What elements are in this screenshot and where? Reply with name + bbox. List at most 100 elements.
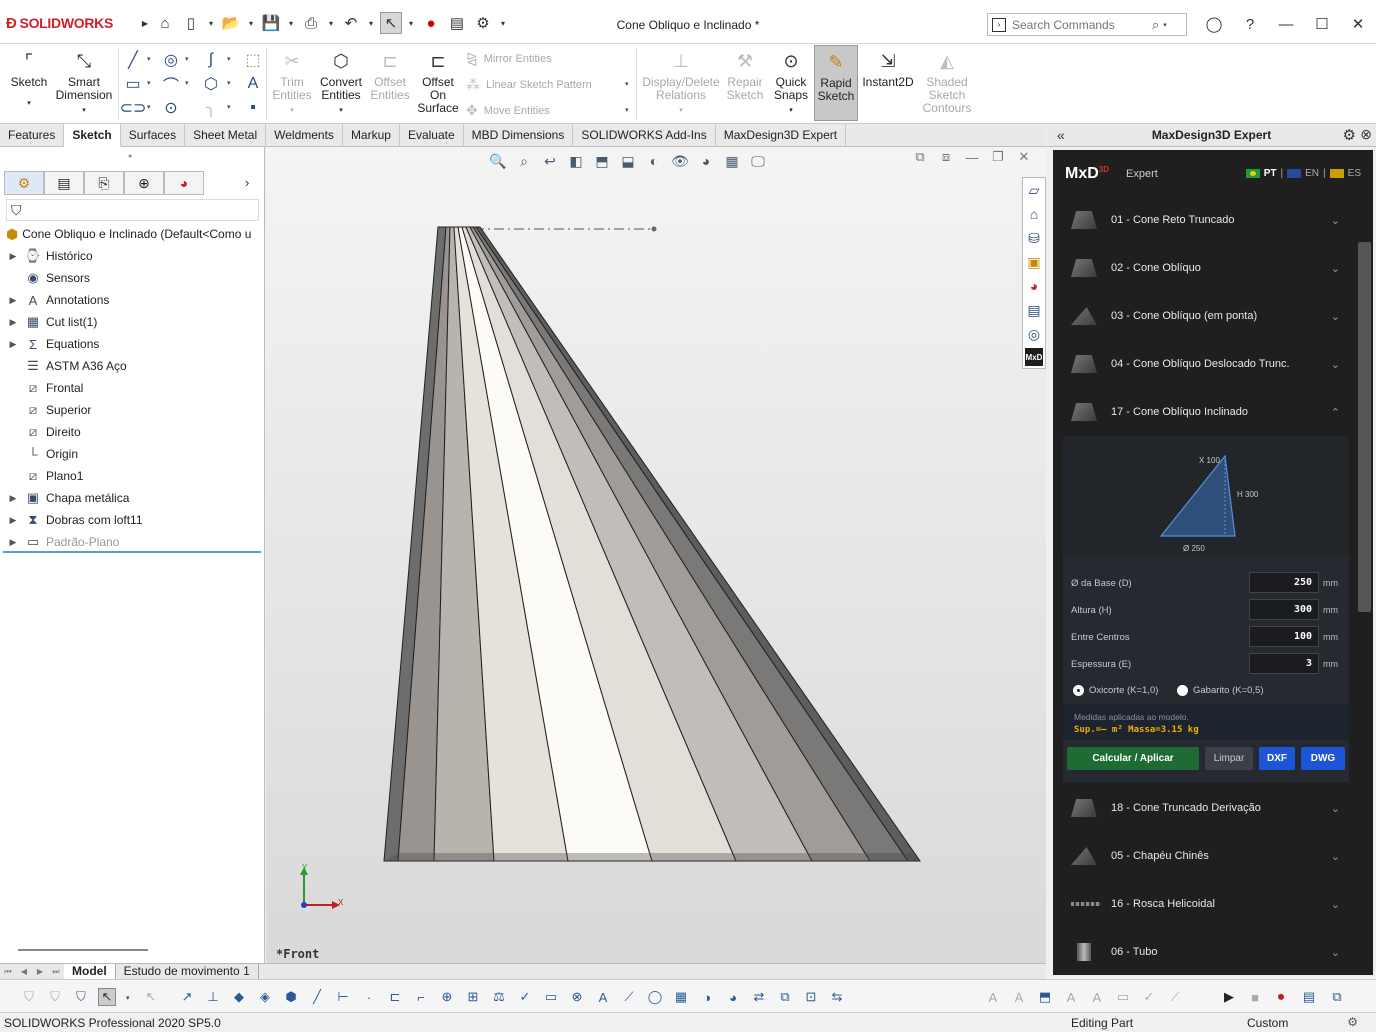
tab-weldments[interactable]: Weldments xyxy=(266,124,343,147)
home-icon[interactable]: ⌂ xyxy=(154,12,176,34)
filter-icon[interactable]: ⛉ xyxy=(20,988,38,1006)
sketch-button[interactable]: ⌜ Sketch ▾ xyxy=(6,50,52,110)
panel-resize-handle[interactable]: ● xyxy=(128,153,132,160)
mxd-list-item[interactable]: 02 - Cone Oblíquo ⌄ xyxy=(1053,244,1358,292)
extrude-icon[interactable]: ◈ xyxy=(256,988,274,1006)
color-icon[interactable]: ◕ xyxy=(724,988,742,1006)
point-tool-icon[interactable]: · xyxy=(360,988,378,1006)
tab-features[interactable]: Features xyxy=(0,124,65,147)
view-triad-icon[interactable]: ↗ xyxy=(178,988,196,1006)
expand-arrow-icon[interactable]: ▶ xyxy=(6,515,20,526)
display-delete-relations-button[interactable]: ⊥ Display/Delete Relations ▾ xyxy=(640,50,722,117)
appearances-icon[interactable]: ◕ xyxy=(1023,274,1045,298)
new-document-icon[interactable]: ▯ xyxy=(180,12,202,34)
rebuild-traffic-light-icon[interactable]: ● xyxy=(420,12,442,34)
chevron-down-icon[interactable]: ⌄ xyxy=(1331,898,1340,911)
display-manager-tab-icon[interactable]: ◕ xyxy=(164,171,204,195)
section-icon[interactable]: ⊞ xyxy=(464,988,482,1006)
mxd-list-item[interactable]: 16 - Rosca Helicoidal ⌄ xyxy=(1053,880,1358,928)
tree-item[interactable]: ▶ ⌚ Histórico xyxy=(0,245,265,267)
customize-status-icon[interactable]: ⚙ xyxy=(1347,1015,1358,1029)
search-icon[interactable]: ⌕ xyxy=(1152,17,1159,33)
mass-props-icon[interactable]: ⚖ xyxy=(490,988,508,1006)
text-icon[interactable]: A xyxy=(242,74,264,94)
mxd-list-item[interactable]: 03 - Cone Oblíquo (em ponta) ⌄ xyxy=(1053,292,1358,340)
tol-icon[interactable]: ▭ xyxy=(1114,988,1132,1006)
balloon-icon[interactable]: ◯ xyxy=(646,988,664,1006)
language-es[interactable]: ES xyxy=(1348,168,1361,179)
ruler-icon[interactable]: ▭ xyxy=(542,988,560,1006)
shaded-sketch-contours-button[interactable]: ◭ Shaded Sketch Contours xyxy=(920,50,974,115)
chevron-up-icon[interactable]: ⌃ xyxy=(1331,406,1340,419)
tree-item[interactable]: ◉ Sensors xyxy=(0,267,265,289)
line-tool-icon[interactable]: ╱ xyxy=(308,988,326,1006)
dxf-button[interactable]: DXF xyxy=(1259,747,1295,770)
expand-arrow-icon[interactable]: ▶ xyxy=(6,295,20,306)
tab-surfaces[interactable]: Surfaces xyxy=(121,124,186,147)
minimize-icon[interactable]: — xyxy=(1268,12,1304,36)
expand-arrow-icon[interactable]: ▶ xyxy=(6,339,20,350)
tab-maxdesign3d-expert[interactable]: MaxDesign3D Expert xyxy=(716,124,847,147)
ref-geom-icon[interactable]: ⊗ xyxy=(568,988,586,1006)
tree-item[interactable]: ⧄ Plano1 xyxy=(0,465,265,487)
unit-system[interactable]: Custom xyxy=(1247,1016,1288,1030)
open-caret[interactable]: ▾ xyxy=(246,12,256,34)
mxd-list-item[interactable]: 06 - Tubo ⌄ xyxy=(1053,928,1358,975)
design-library-icon[interactable]: ⛁ xyxy=(1023,226,1045,250)
tree-filter-field[interactable]: ⛉ xyxy=(6,199,259,221)
close-icon[interactable]: ✕ xyxy=(1340,12,1376,36)
select-caret[interactable]: ▾ xyxy=(406,12,416,34)
expand-arrow-icon[interactable]: ▶ xyxy=(6,537,20,548)
tree-item[interactable]: ⧄ Frontal xyxy=(0,377,265,399)
prev-tab-arrow-icon[interactable]: ◀ xyxy=(16,965,32,979)
tab-sketch[interactable]: Sketch xyxy=(64,124,121,147)
tree-root-part[interactable]: ⬢ Cone Obliquo e Inclinado (Default<Como… xyxy=(0,223,265,245)
search-commands-box[interactable]: › ⌕ ▾ xyxy=(987,13,1187,36)
dimension-tool-icon[interactable]: ⊢ xyxy=(334,988,352,1006)
tree-item[interactable]: ▶ A Annotations xyxy=(0,289,265,311)
move-copy-icon[interactable]: ⇄ xyxy=(750,988,768,1006)
next-tab-arrow-icon[interactable]: ▶ xyxy=(32,965,48,979)
graphics-area[interactable]: 🔍 ⌕ ↩ ◧ ⬒ ⬓ ◐ 👁 ◕ ▦ 🖵 ⧉ ⧈ — ❐ ✕ Y X *Fro… xyxy=(266,147,1046,963)
stop-icon[interactable]: ■ xyxy=(1246,988,1264,1006)
first-tab-arrow-icon[interactable]: ⏮ xyxy=(0,965,16,979)
note-icon[interactable]: A xyxy=(594,988,612,1006)
mirror-entities-button[interactable]: ⧎ Mirror Entities xyxy=(466,50,552,67)
chevron-down-icon[interactable]: ⌄ xyxy=(1331,946,1340,959)
render-icon[interactable]: ◑ xyxy=(698,988,716,1006)
help-icon[interactable]: ? xyxy=(1232,12,1268,36)
play-icon[interactable]: ▶ xyxy=(1220,988,1238,1006)
corner-tool-icon[interactable]: ⌐ xyxy=(412,988,430,1006)
horizontal-scrollbar[interactable] xyxy=(18,949,148,951)
mxd-list-item[interactable]: 05 - Chapéu Chinês ⌄ xyxy=(1053,832,1358,880)
mxd-list-item[interactable]: 04 - Cone Oblíquo Deslocado Trunc. ⌄ xyxy=(1053,340,1358,388)
fillet-icon[interactable]: ╮ xyxy=(200,98,222,118)
maxdesign3d-tab-icon[interactable]: MxD xyxy=(1025,348,1043,366)
pane-close-icon[interactable]: ⊗ xyxy=(1360,126,1372,143)
polygon-icon[interactable]: ⬡ xyxy=(200,74,222,94)
mxd-list-item[interactable]: 01 - Cone Reto Truncado ⌄ xyxy=(1053,196,1358,244)
offset-on-surface-button[interactable]: ⊏ Offset On Surface xyxy=(414,50,462,115)
smart-dimension-button[interactable]: ⤡ Smart Dimension ▾ xyxy=(54,50,114,117)
search-input[interactable] xyxy=(1012,17,1152,32)
tab-sheet-metal[interactable]: Sheet Metal xyxy=(185,124,267,147)
open-icon[interactable]: 📂 xyxy=(220,12,242,34)
file-properties-icon[interactable]: ▤ xyxy=(446,12,468,34)
combine-icon[interactable]: ⧉ xyxy=(776,988,794,1006)
radio-oxicorte-dot[interactable] xyxy=(1073,685,1084,696)
tree-item[interactable]: ▶ ▣ Chapa metálica xyxy=(0,487,265,509)
parameter-input[interactable]: 250 xyxy=(1249,572,1319,593)
offset-entities-button[interactable]: ⊏ Offset Entities xyxy=(368,50,412,102)
chevron-down-icon[interactable]: ⌄ xyxy=(1331,850,1340,863)
datum-icon[interactable]: A xyxy=(1088,988,1106,1006)
weld-sym-icon[interactable]: ⟋ xyxy=(1166,988,1184,1006)
radio-oxicorte[interactable]: Oxicorte (K=1,0) xyxy=(1073,685,1158,696)
measure-icon[interactable]: ⊕ xyxy=(438,988,456,1006)
select-arrow-icon[interactable]: ↖ xyxy=(380,12,402,34)
undo-caret[interactable]: ▾ xyxy=(366,12,376,34)
dimxpert-manager-tab-icon[interactable]: ⊕ xyxy=(124,171,164,195)
file-explorer-icon[interactable]: ▣ xyxy=(1023,250,1045,274)
tree-item[interactable]: └ Origin xyxy=(0,443,265,465)
select-pointer-icon[interactable]: ↖ xyxy=(98,988,116,1006)
tree-item[interactable]: ▶ ▦ Cut list(1) xyxy=(0,311,265,333)
